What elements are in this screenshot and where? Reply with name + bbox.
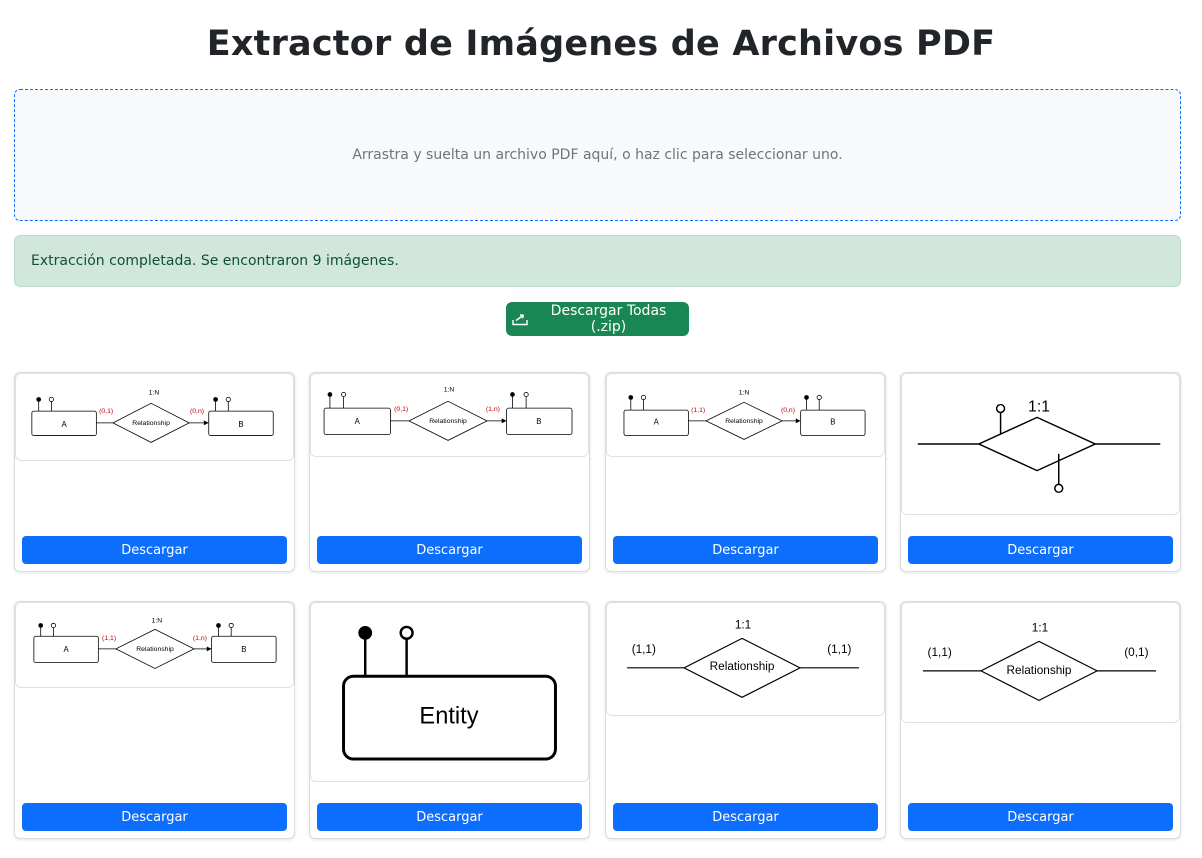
- relationship-label: Relationship: [710, 660, 775, 673]
- cardinality-label: 1:1: [1028, 398, 1050, 415]
- download-button[interactable]: Descargar: [613, 803, 878, 831]
- entity-a-label: A: [64, 645, 70, 654]
- cardinality-label: 1:N: [149, 390, 160, 397]
- image-thumbnail[interactable]: A Relationship 1:N (0,1) (0,n) B: [15, 373, 294, 461]
- entity-a-label: A: [654, 418, 660, 427]
- image-card: Relationship 1:1 (1,1) (1,1) Descargar: [605, 601, 886, 839]
- left-cardinality-label: (1,1): [102, 635, 116, 642]
- image-card: Entity Descargar: [309, 601, 590, 839]
- image-thumbnail[interactable]: A Relationship 1:N (1,1) (0,n) B: [606, 373, 885, 457]
- download-button[interactable]: Descargar: [317, 536, 582, 564]
- download-all-button[interactable]: Descargar Todas (.zip): [506, 302, 689, 336]
- image-thumbnail[interactable]: A Relationship 1:N (1,1) (1,n) B: [15, 602, 294, 688]
- image-thumbnail[interactable]: 1:1: [901, 373, 1180, 515]
- right-cardinality-label: (1,n): [193, 635, 207, 642]
- right-cardinality-label: (0,n): [781, 407, 795, 414]
- left-cardinality-label: (1,1): [928, 645, 952, 659]
- right-cardinality-label: (0,1): [1124, 645, 1148, 659]
- entity-label: Entity: [419, 704, 478, 730]
- download-button[interactable]: Descargar: [613, 536, 878, 564]
- download-button[interactable]: Descargar: [908, 803, 1173, 831]
- right-cardinality-label: (0,n): [190, 408, 204, 415]
- image-thumbnail[interactable]: Relationship 1:1 (1,1) (1,1): [606, 602, 885, 716]
- relationship-label: Relationship: [1007, 663, 1072, 677]
- alert-text: Extracción completada. Se encontraron 9 …: [31, 253, 399, 269]
- success-alert: Extracción completada. Se encontraron 9 …: [14, 235, 1181, 287]
- entity-b-label: B: [238, 420, 243, 429]
- entity-a-label: A: [62, 420, 68, 429]
- left-cardinality-label: (0,1): [394, 406, 408, 413]
- cardinality-label: 1:N: [152, 618, 163, 625]
- dropzone-text: Arrastra y suelta un archivo PDF aquí, o…: [352, 147, 843, 163]
- download-button[interactable]: Descargar: [908, 536, 1173, 564]
- image-thumbnail[interactable]: Relationship 1:1 (1,1) (0,1): [901, 602, 1180, 723]
- download-button[interactable]: Descargar: [317, 803, 582, 831]
- download-button[interactable]: Descargar: [22, 536, 287, 564]
- left-cardinality-label: (1,1): [691, 407, 705, 414]
- image-card: A Relationship 1:N (0,1) (1,n) B Descarg…: [309, 372, 590, 572]
- relationship-label: Relationship: [132, 420, 170, 427]
- cardinality-label: 1:N: [444, 387, 455, 394]
- image-thumbnail[interactable]: Entity: [310, 602, 589, 782]
- image-thumbnail[interactable]: A Relationship 1:N (0,1) (1,n) B: [310, 373, 589, 457]
- relationship-label: Relationship: [429, 418, 467, 425]
- download-button[interactable]: Descargar: [22, 803, 287, 831]
- download-tray-icon: [512, 312, 528, 326]
- entity-b-label: B: [830, 418, 835, 427]
- image-card: Relationship 1:1 (1,1) (0,1) Descargar: [900, 601, 1181, 839]
- right-cardinality-label: (1,1): [827, 643, 851, 656]
- pdf-dropzone[interactable]: Arrastra y suelta un archivo PDF aquí, o…: [14, 89, 1181, 221]
- cardinality-label: 1:N: [739, 390, 750, 397]
- relationship-label: Relationship: [136, 646, 174, 653]
- entity-b-label: B: [241, 645, 246, 654]
- image-card: A Relationship 1:N (1,1) (0,n) B Descarg…: [605, 372, 886, 572]
- cardinality-label: 1:1: [1032, 621, 1048, 635]
- entity-b-label: B: [536, 417, 541, 426]
- entity-a-label: A: [355, 417, 361, 426]
- left-cardinality-label: (1,1): [632, 643, 656, 656]
- right-cardinality-label: (1,n): [486, 406, 500, 413]
- page-title: Extractor de Imágenes de Archivos PDF: [206, 24, 996, 64]
- cardinality-label: 1:1: [735, 619, 751, 632]
- image-card: A Relationship 1:N (0,1) (0,n) B Descarg…: [14, 372, 295, 572]
- download-all-label: Descargar Todas (.zip): [550, 303, 667, 335]
- image-card: A Relationship 1:N (1,1) (1,n) B Descarg…: [14, 601, 295, 839]
- left-cardinality-label: (0,1): [99, 408, 113, 415]
- image-card: 1:1 Descargar: [900, 372, 1181, 572]
- relationship-label: Relationship: [725, 418, 763, 425]
